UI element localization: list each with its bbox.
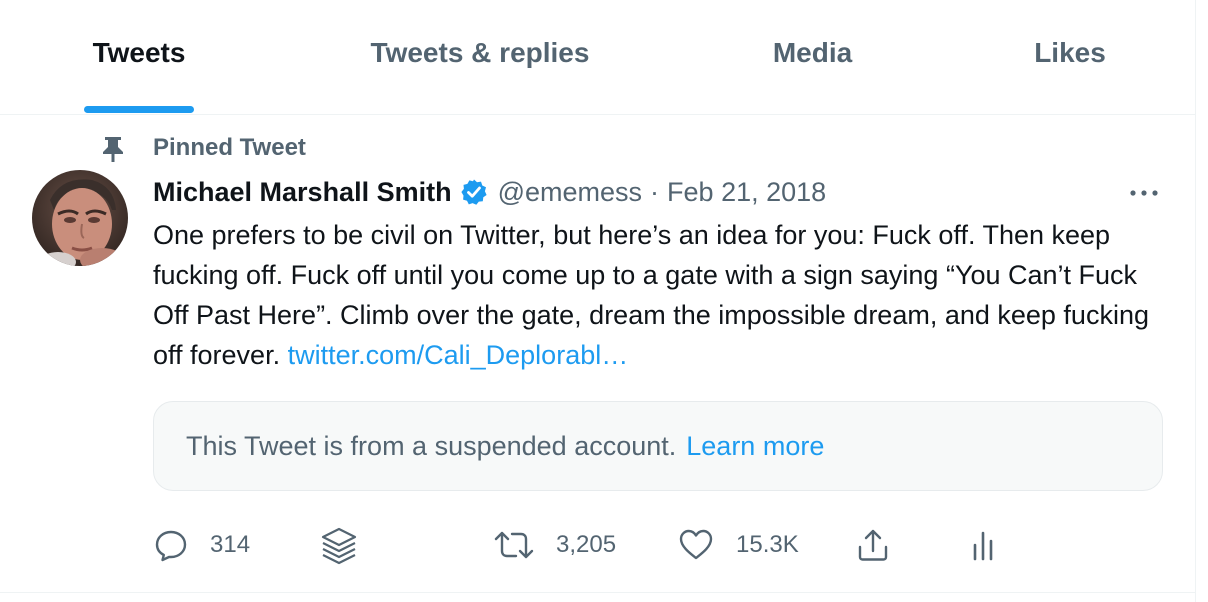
analytics-button[interactable] — [966, 520, 1000, 570]
tab-likes[interactable]: Likes — [990, 0, 1150, 114]
learn-more-link[interactable]: Learn more — [686, 431, 824, 462]
suspended-notice-text: This Tweet is from a suspended account. — [186, 430, 677, 461]
pinned-tweet[interactable]: Pinned Tweet Michael Marshall Smith @eme… — [0, 115, 1196, 593]
tab-tweets[interactable]: Tweets — [30, 0, 248, 114]
stack-icon — [321, 527, 357, 565]
stack-button[interactable] — [318, 520, 360, 570]
retweet-button[interactable]: 3,205 — [494, 520, 616, 570]
tab-tweets-and-replies[interactable]: Tweets & replies — [330, 0, 630, 114]
share-button[interactable] — [856, 520, 890, 570]
avatar[interactable] — [32, 170, 128, 266]
pin-icon — [103, 137, 123, 162]
retweet-count: 3,205 — [556, 531, 617, 558]
header-separator: · — [650, 177, 660, 207]
tweet-text: One prefers to be civil on Twitter, but … — [153, 215, 1173, 375]
suspended-quote-notice: This Tweet is from a suspended account. … — [153, 401, 1163, 491]
tweet-header: Michael Marshall Smith @ememess · Feb 21… — [153, 173, 826, 211]
reply-count: 314 — [210, 531, 251, 558]
active-tab-indicator — [84, 106, 194, 113]
like-count: 15.3K — [736, 531, 799, 558]
tweet-actions: 314 3,205 15.3K — [0, 520, 1196, 570]
tweet-date[interactable]: Feb 21, 2018 — [667, 173, 826, 211]
display-name[interactable]: Michael Marshall Smith — [153, 173, 452, 211]
like-icon — [679, 529, 713, 560]
user-handle[interactable]: @ememess — [498, 173, 642, 211]
more-icon[interactable] — [1124, 178, 1164, 208]
pinned-tweet-label: Pinned Tweet — [153, 134, 306, 161]
reply-button[interactable]: 314 — [154, 520, 250, 570]
tab-media[interactable]: Media — [720, 0, 905, 114]
tweet-link[interactable]: twitter.com/Cali_Deplorabl… — [288, 340, 629, 370]
retweet-icon — [494, 531, 534, 559]
profile-timeline: Tweets Tweets & replies Media Likes Pinn… — [0, 0, 1196, 602]
share-icon — [858, 529, 888, 561]
verified-badge-icon — [460, 179, 487, 205]
analytics-icon — [973, 531, 993, 561]
reply-icon — [155, 530, 187, 562]
profile-tabs: Tweets Tweets & replies Media Likes — [0, 0, 1196, 115]
like-button[interactable]: 15.3K — [678, 520, 799, 570]
